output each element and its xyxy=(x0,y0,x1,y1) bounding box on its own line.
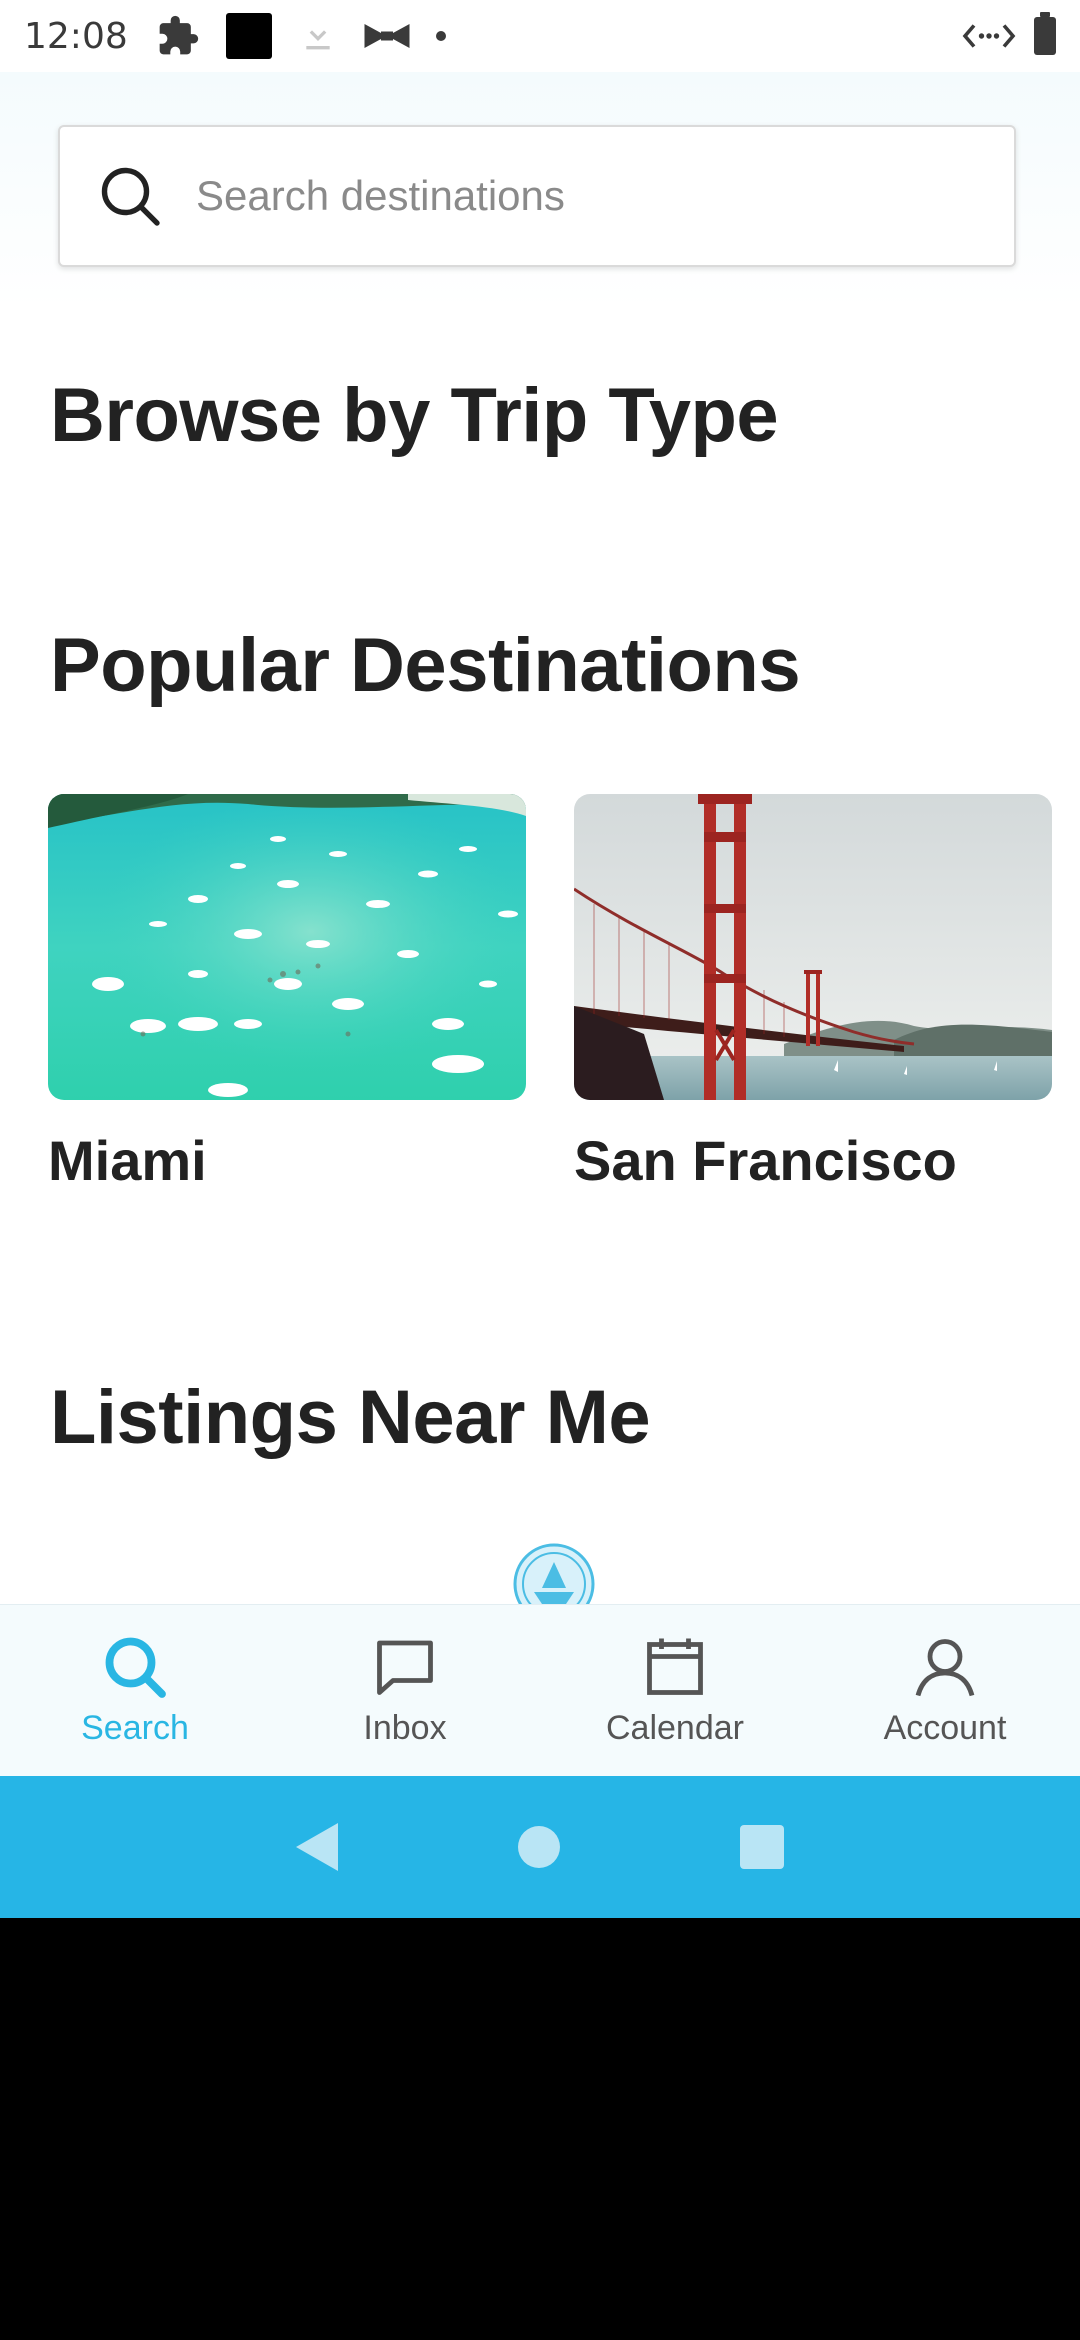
nav-label-calendar: Calendar xyxy=(606,1709,744,1747)
dot-icon xyxy=(435,31,446,41)
puzzle-icon xyxy=(159,15,198,55)
nav-account[interactable]: Account xyxy=(810,1605,1080,1777)
battery-icon xyxy=(1034,12,1056,55)
system-nav-bar xyxy=(0,1776,1080,1918)
destination-label: San Francisco xyxy=(574,1129,957,1192)
status-time: 12:08 xyxy=(24,15,128,57)
data-saver-icon xyxy=(962,24,1016,48)
bottom-nav: Search Inbox Calendar Account xyxy=(0,1604,1080,1777)
boat-loader-icon xyxy=(513,1543,595,1604)
black-square-icon xyxy=(225,13,272,59)
miami-image xyxy=(48,794,526,1100)
chat-icon xyxy=(377,1640,433,1695)
nav-search[interactable]: Search xyxy=(0,1605,270,1777)
destination-card-san-francisco[interactable]: San Francisco xyxy=(574,794,1052,1193)
nav-inbox[interactable]: Inbox xyxy=(270,1605,540,1777)
search-box[interactable] xyxy=(58,125,1016,267)
browse-trip-type-title: Browse by Trip Type xyxy=(50,373,779,458)
bowtie-icon xyxy=(364,24,410,48)
search-area xyxy=(0,72,1080,308)
nav-label-inbox: Inbox xyxy=(363,1709,447,1747)
nav-label-search: Search xyxy=(81,1709,189,1747)
status-icons-left xyxy=(156,13,446,59)
listings-near-me-title: Listings Near Me xyxy=(50,1375,651,1460)
status-icons-right xyxy=(962,12,1056,55)
recents-icon[interactable] xyxy=(740,1825,784,1869)
status-bar: 12:08 xyxy=(0,0,1080,72)
search-input[interactable] xyxy=(194,171,978,221)
download-icon xyxy=(306,19,330,50)
app-content: Browse by Trip Type Popular Destinations xyxy=(0,72,1080,1604)
nav-label-account: Account xyxy=(883,1709,1007,1747)
popular-destinations-title: Popular Destinations xyxy=(50,623,801,708)
account-icon xyxy=(915,1639,975,1697)
search-icon xyxy=(101,167,160,226)
back-icon[interactable] xyxy=(296,1823,338,1871)
search-icon xyxy=(105,1637,166,1698)
calendar-icon xyxy=(647,1638,703,1695)
destination-label: Miami xyxy=(48,1129,207,1192)
nav-calendar[interactable]: Calendar xyxy=(540,1605,810,1777)
san-francisco-image xyxy=(574,794,1052,1100)
home-icon[interactable] xyxy=(518,1826,560,1868)
destination-card-miami[interactable]: Miami xyxy=(48,794,526,1193)
